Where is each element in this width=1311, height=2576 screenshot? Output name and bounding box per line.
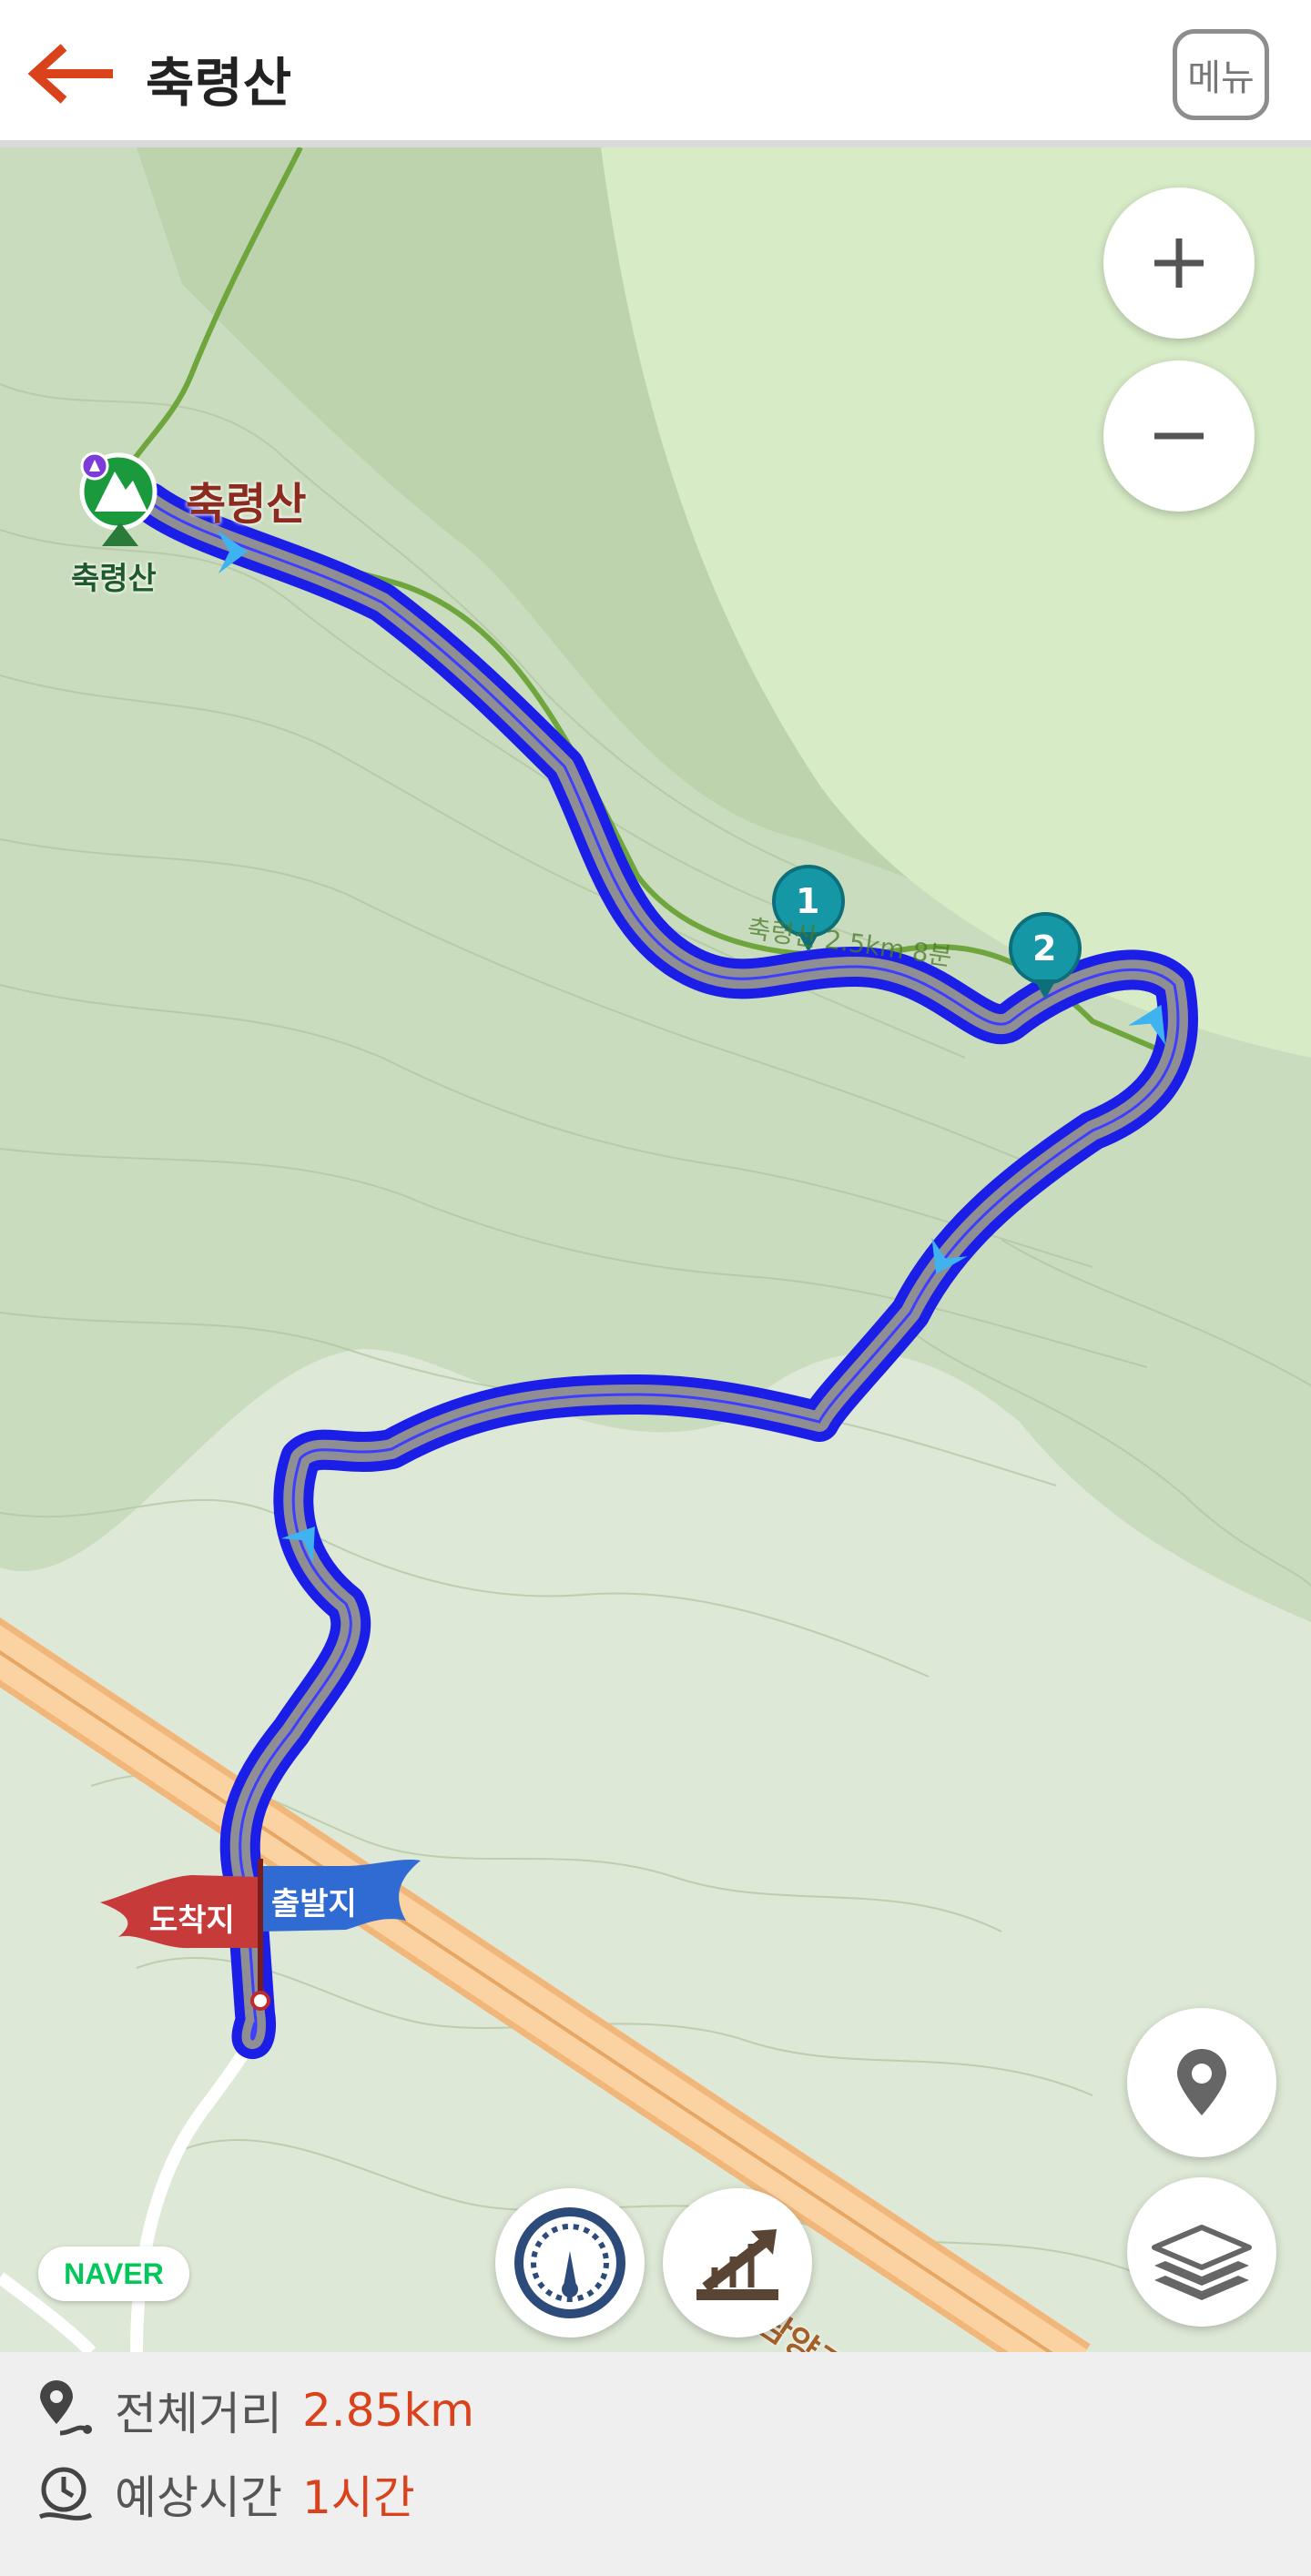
- elevation-button[interactable]: [663, 2188, 812, 2338]
- my-location-button[interactable]: [1127, 2008, 1276, 2157]
- time-label: 예상시간: [115, 2471, 282, 2524]
- naver-logo: NAVER: [38, 2246, 189, 2301]
- minus-icon: [1154, 432, 1204, 440]
- distance-row: 전체거리 2.85km: [36, 2374, 474, 2447]
- layers-icon: [1152, 2225, 1252, 2300]
- time-value: 1시간: [302, 2471, 415, 2524]
- map-view[interactable]: 축령산 축령산 1 2 축령산 2.5km 8분 도착지 출발지 고창담양고속 …: [0, 147, 1311, 2352]
- menu-button[interactable]: 메뉴: [1173, 29, 1269, 120]
- speedometer-button[interactable]: [495, 2188, 645, 2338]
- route-distance-icon: [40, 2380, 92, 2436]
- distance-value: 2.85km: [302, 2384, 474, 2437]
- peak-name-label: 축령산: [186, 479, 307, 530]
- arrival-flag-label: 도착지: [149, 1902, 235, 1939]
- back-arrow-icon: [27, 44, 113, 104]
- back-button[interactable]: [25, 42, 117, 106]
- app-header: 축령산 메뉴: [0, 0, 1311, 147]
- zoom-in-button[interactable]: [1103, 188, 1255, 339]
- time-row: 예상시간 1시간: [36, 2458, 415, 2530]
- map-layers-button[interactable]: [1127, 2177, 1276, 2327]
- page-title: 축령산: [146, 52, 292, 114]
- plus-icon: [1154, 238, 1204, 288]
- peak-sublabel: 축령산: [71, 561, 157, 597]
- route-summary-panel: 전체거리 2.85km 예상시간 1시간: [0, 2352, 1311, 2576]
- distance-label: 전체거리: [115, 2388, 282, 2440]
- speedometer-icon: [514, 2207, 625, 2318]
- departure-flag-label: 출발지: [271, 1886, 357, 1922]
- waypoint-2-label: 2: [1032, 928, 1057, 969]
- location-pin-icon: [1177, 2049, 1226, 2115]
- slope-icon: [696, 2229, 778, 2300]
- zoom-out-button[interactable]: [1103, 360, 1255, 512]
- estimated-time-icon: [38, 2467, 93, 2520]
